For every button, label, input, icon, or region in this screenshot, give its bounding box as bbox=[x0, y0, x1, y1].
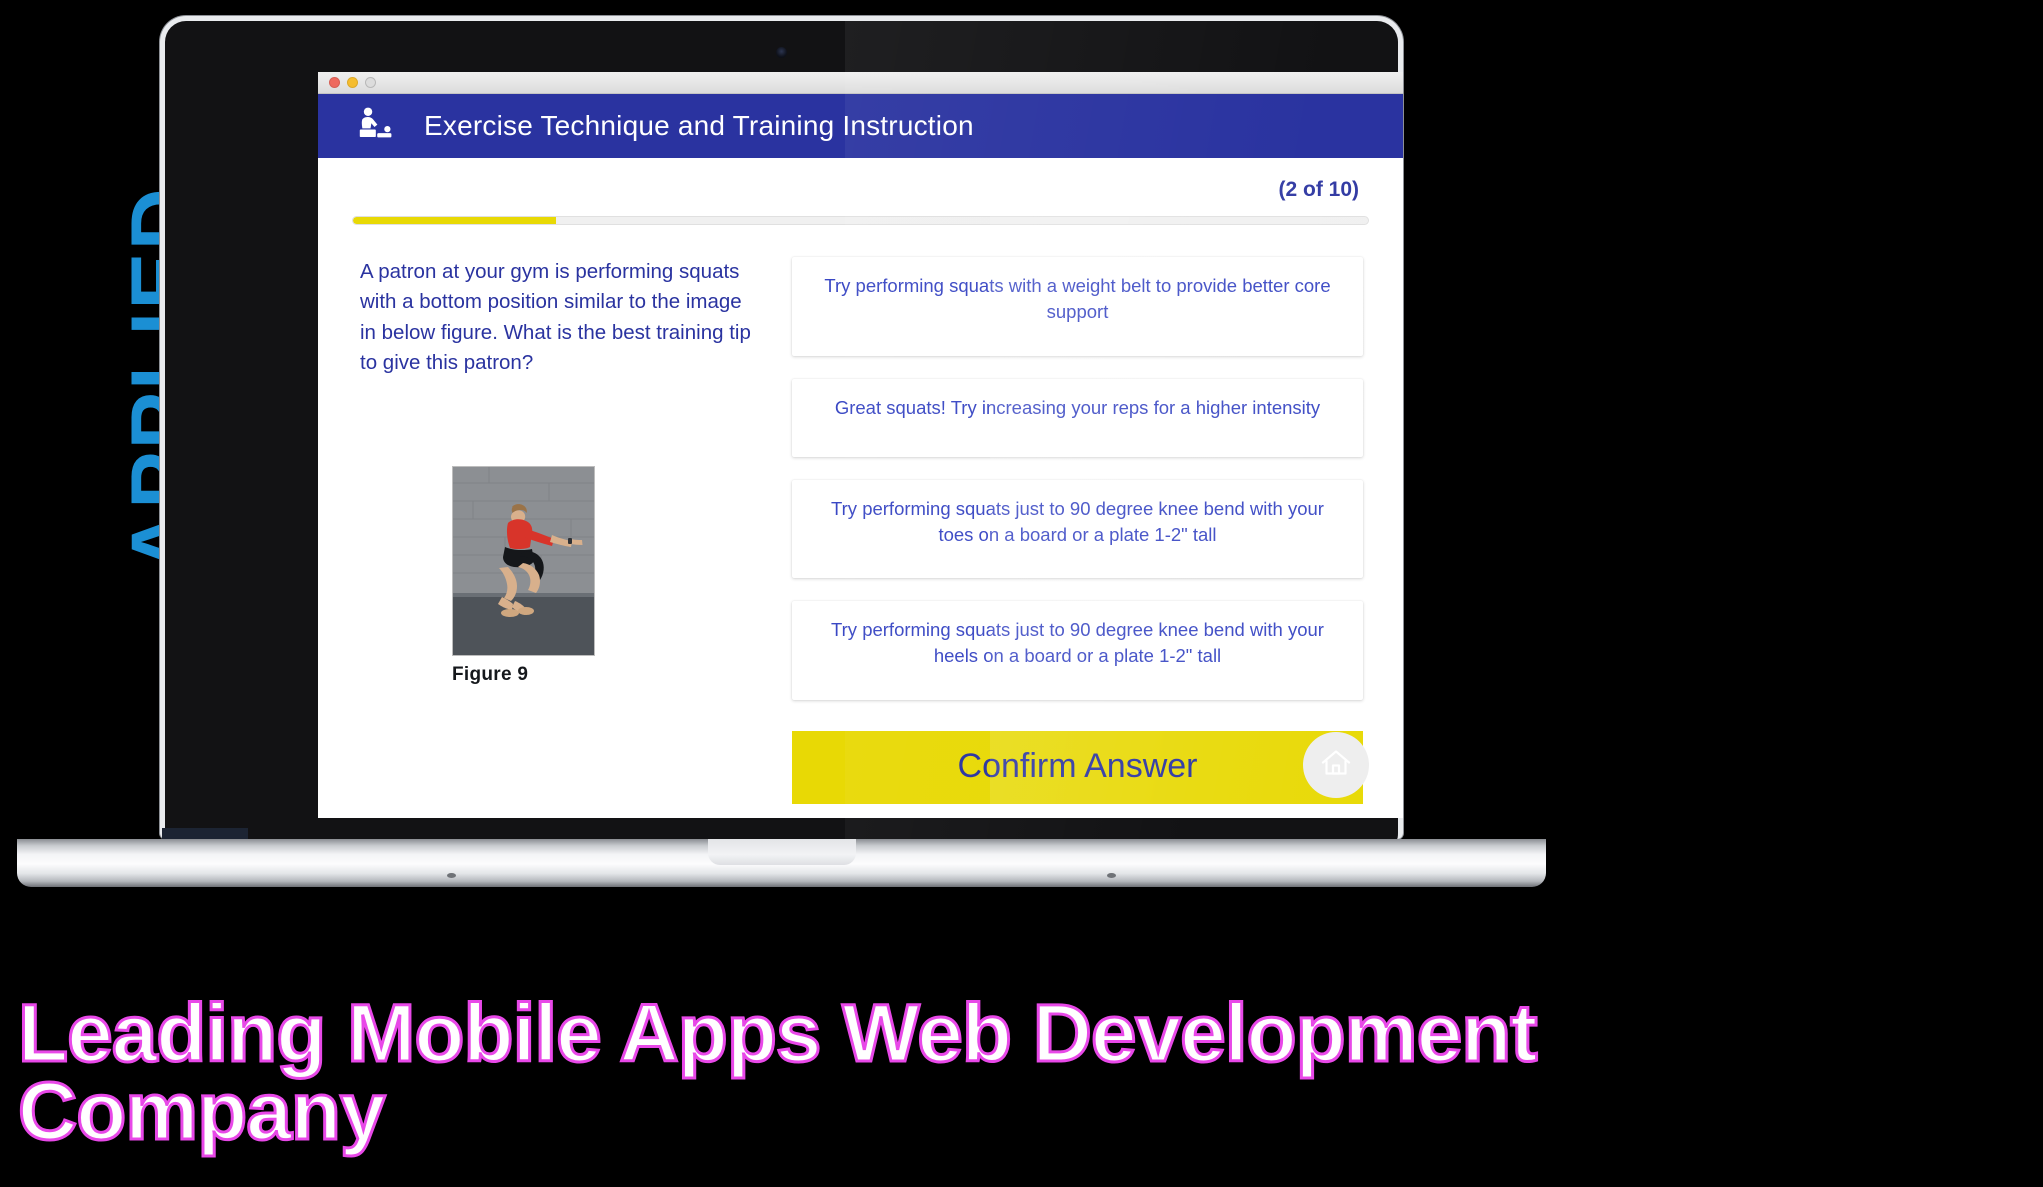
progress-bar-fill bbox=[353, 217, 556, 224]
minimize-button[interactable] bbox=[347, 77, 358, 88]
answer-option[interactable]: Try performing squats with a weight belt… bbox=[792, 257, 1363, 356]
window-titlebar bbox=[318, 72, 1403, 94]
laptop-lid: Exercise Technique and Training Instruct… bbox=[160, 16, 1408, 844]
confirm-answer-button[interactable]: Confirm Answer bbox=[792, 730, 1363, 804]
screenshot-root: APPLIED bbox=[0, 0, 2043, 1187]
home-button[interactable] bbox=[1303, 732, 1369, 798]
laptop-base bbox=[17, 839, 1546, 887]
quiz-content: A patron at your gym is performing squat… bbox=[352, 257, 1369, 804]
answer-option[interactable]: Great squats! Try increasing your reps f… bbox=[792, 378, 1363, 457]
answer-option[interactable]: Try performing squats just to 90 degree … bbox=[792, 601, 1363, 700]
figure-image bbox=[452, 466, 595, 657]
physiotherapy-icon bbox=[352, 104, 396, 148]
counter-row: (2 of 10) bbox=[352, 158, 1369, 202]
question-counter: (2 of 10) bbox=[1278, 178, 1359, 201]
zoom-button[interactable] bbox=[365, 77, 376, 88]
overlay-line-2: Company bbox=[17, 1065, 388, 1157]
base-foot bbox=[447, 873, 456, 878]
laptop-mockup: Exercise Technique and Training Instruct… bbox=[17, 16, 1546, 887]
home-icon bbox=[1319, 746, 1353, 785]
close-button[interactable] bbox=[329, 77, 340, 88]
question-text: A patron at your gym is performing squat… bbox=[360, 260, 751, 374]
base-foot bbox=[1107, 873, 1116, 878]
answers-column: Try performing squats with a weight belt… bbox=[792, 257, 1369, 804]
progress-bar bbox=[352, 216, 1369, 225]
quiz-body: (2 of 10) A patron at your gym is perfor… bbox=[318, 158, 1403, 818]
overlay-marketing-text: Leading Mobile Apps Web Development Comp… bbox=[17, 991, 1718, 1157]
question-column: A patron at your gym is performing squat… bbox=[352, 257, 752, 804]
figure-caption: Figure 9 bbox=[452, 664, 529, 686]
figure-block: Figure 9 bbox=[452, 466, 595, 686]
app-title: Exercise Technique and Training Instruct… bbox=[424, 110, 974, 141]
webcam-icon bbox=[775, 47, 787, 58]
base-notch bbox=[707, 839, 856, 865]
app-header: Exercise Technique and Training Instruct… bbox=[318, 94, 1403, 158]
answer-option[interactable]: Try performing squats just to 90 degree … bbox=[792, 479, 1363, 579]
browser-window: Exercise Technique and Training Instruct… bbox=[318, 72, 1403, 818]
